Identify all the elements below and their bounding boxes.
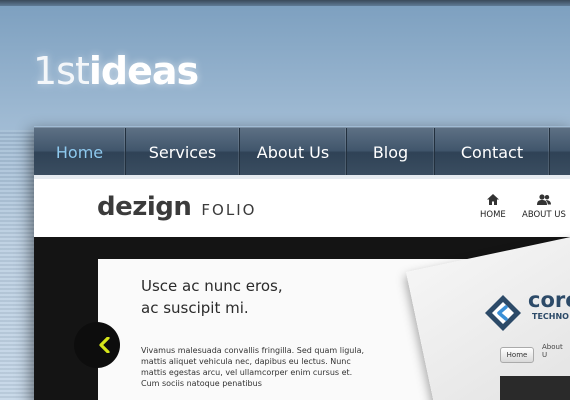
preview-heading-line-2: ac suscipit mi. [141,299,249,317]
slider-prev-button[interactable] [74,322,120,368]
preview-nav-about-label: ABOUT US [522,210,566,220]
mockup-logo-text: core [528,288,570,312]
mockup-home-button: Home [500,347,534,363]
brand-dezign: dezign [97,192,192,222]
mockup-about-label: About U [542,343,563,359]
logo-part-2: ideas [88,49,199,93]
brand-folio: FOLIO [201,201,257,219]
chevron-left-icon [99,337,110,353]
preview-heading-line-1: Usce ac nunc eros, [141,277,283,295]
mockup-content: core TECHNO Home About U [480,286,570,400]
nav-item-home[interactable]: Home [34,128,126,176]
preview-nav-home[interactable]: HOME [480,194,506,220]
mockup-logo-subtext: TECHNO [532,312,569,321]
main-navigation: Home Services About Us Blog Contact [34,127,570,176]
preview-nav-about[interactable]: ABOUT US [522,194,566,220]
mockup-dark-strip [500,376,570,400]
nav-item-services[interactable]: Services [126,128,240,176]
top-strip [0,0,570,6]
preview-heading: Usce ac nunc eros, ac suscipit mi. [141,275,391,319]
portfolio-brand: dezign FOLIO [97,192,256,222]
preview-nav-home-label: HOME [480,210,506,220]
users-icon [536,194,551,205]
nav-item-contact[interactable]: Contact [435,128,550,176]
decorative-stripes [0,130,36,400]
nav-item-about-us[interactable]: About Us [240,128,347,176]
core-logo-icon [485,295,521,331]
nav-item-blog[interactable]: Blog [347,128,435,176]
logo-part-1: 1st [33,49,90,93]
site-logo[interactable]: 1stideas [33,49,199,93]
preview-body-text: Vivamus malesuada convallis fringilla. S… [141,346,365,388]
home-icon [486,194,499,205]
